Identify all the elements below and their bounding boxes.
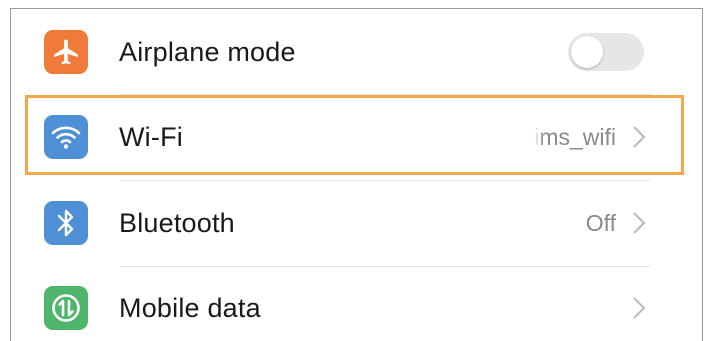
bluetooth-status: Off: [585, 209, 616, 236]
airplane-mode-toggle[interactable]: [568, 33, 644, 71]
chevron-right-icon: [628, 295, 650, 321]
mobile-data-label: Mobile data: [119, 292, 261, 323]
wifi-row[interactable]: Wi-Fi ims_wifi: [28, 95, 680, 179]
toggle-knob: [571, 36, 603, 68]
wifi-icon: [44, 115, 88, 159]
mobile-data-icon: [44, 286, 88, 330]
wifi-network-name: ims_wifi: [534, 123, 616, 150]
mobile-data-row[interactable]: Mobile data: [28, 266, 680, 341]
chevron-right-icon: [628, 210, 650, 236]
airplane-mode-row[interactable]: Airplane mode: [28, 10, 680, 94]
wifi-label: Wi-Fi: [119, 121, 183, 152]
airplane-mode-label: Airplane mode: [119, 36, 296, 67]
bluetooth-label: Bluetooth: [119, 207, 235, 238]
bluetooth-row[interactable]: Bluetooth Off: [28, 181, 680, 265]
airplane-icon: [44, 30, 88, 74]
chevron-right-icon: [628, 124, 650, 150]
bluetooth-icon: [44, 201, 88, 245]
